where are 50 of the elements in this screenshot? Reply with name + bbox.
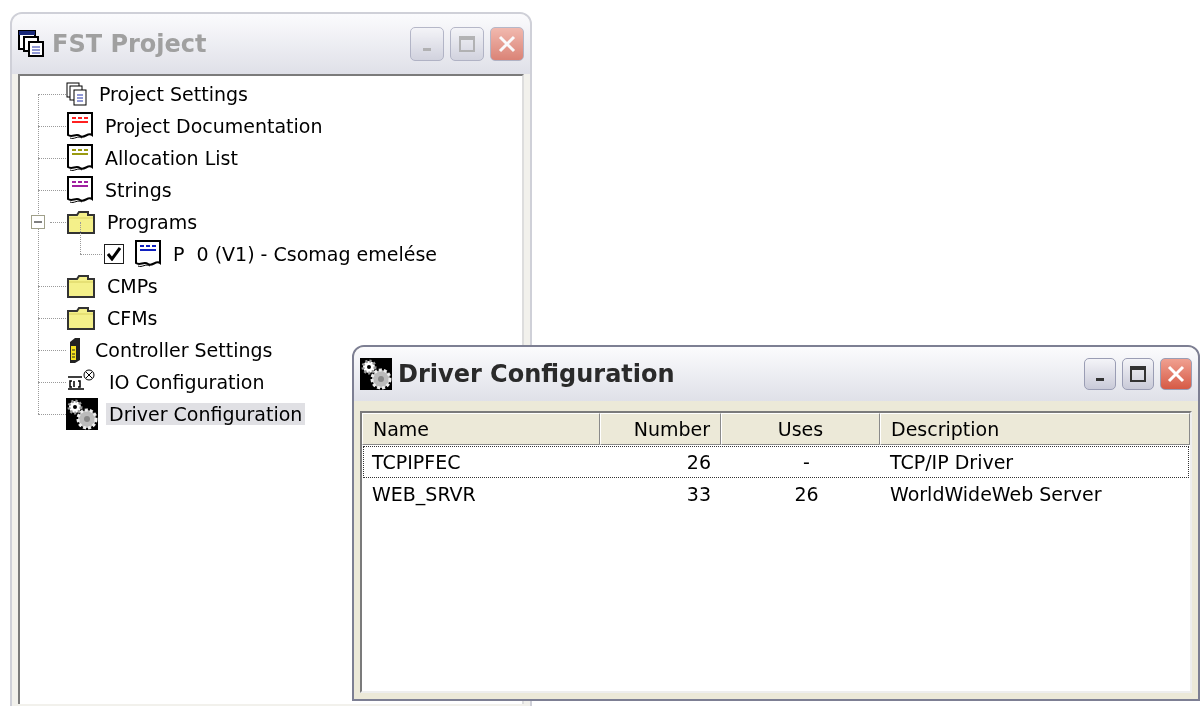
tree-item[interactable]: Strings (102, 179, 175, 201)
minimize-button[interactable] (1084, 358, 1116, 390)
table-cell-text: - (802, 450, 811, 475)
documents-icon (18, 30, 46, 58)
folder-icon (66, 305, 96, 331)
tree-item[interactable]: Controller Settings (92, 339, 276, 361)
table-row[interactable]: TCPIPFEC 26 - TCP/IP Driver (364, 447, 1188, 477)
close-button[interactable] (1160, 358, 1192, 390)
tree-item[interactable]: Programs (104, 211, 201, 233)
tree-item[interactable]: CMPs (104, 275, 161, 297)
table-cell-text: TCPIPFEC (371, 450, 462, 475)
table-cell-text: 26 (793, 482, 820, 507)
document-icon (66, 111, 94, 141)
tree-item[interactable]: IO Configuration (106, 371, 268, 393)
column-header[interactable]: Description (880, 413, 1190, 445)
tree-item[interactable]: CFMs (104, 307, 161, 329)
tree-item[interactable]: Allocation List (102, 147, 241, 169)
minus-icon (34, 218, 42, 226)
column-header[interactable]: Number (600, 413, 721, 445)
close-icon (498, 35, 516, 53)
tree-item[interactable]: Project Documentation (102, 115, 326, 137)
maximize-icon (459, 36, 475, 52)
document-icon (66, 175, 94, 205)
tree-item[interactable]: P 0 (V1) - Csomag emelése (170, 243, 440, 265)
column-header[interactable]: Name (362, 413, 600, 445)
table-cell-text: 26 (685, 450, 712, 475)
folder-icon (66, 273, 96, 299)
minimize-icon (1096, 377, 1104, 381)
folder-icon (66, 209, 96, 235)
close-icon (1167, 365, 1185, 383)
window-title: FST Project (52, 30, 208, 58)
tree-item[interactable]: Project Settings (96, 83, 251, 105)
tree-item[interactable]: Driver Configuration (106, 403, 306, 425)
table-cell-text: 33 (685, 482, 712, 507)
maximize-button[interactable] (1122, 358, 1154, 390)
checkbox[interactable] (104, 244, 124, 264)
table-row[interactable]: WEB_SRVR 33 26 WorldWideWeb Server (364, 479, 1188, 509)
document-icon (134, 239, 162, 269)
document-icon (66, 143, 94, 173)
minimize-icon (423, 47, 431, 51)
close-button[interactable] (490, 27, 524, 61)
window-title: Driver Configuration (398, 360, 676, 388)
maximize-icon (1130, 366, 1146, 382)
collapse-toggle[interactable] (31, 215, 45, 229)
table-cell-text: TCP/IP Driver (889, 450, 1015, 475)
gears-icon (360, 358, 392, 390)
table-cell-text: WorldWideWeb Server (889, 482, 1103, 507)
column-header[interactable]: Uses (721, 413, 880, 445)
table-cell-text: WEB_SRVR (371, 482, 477, 508)
documents-icon (66, 82, 88, 106)
